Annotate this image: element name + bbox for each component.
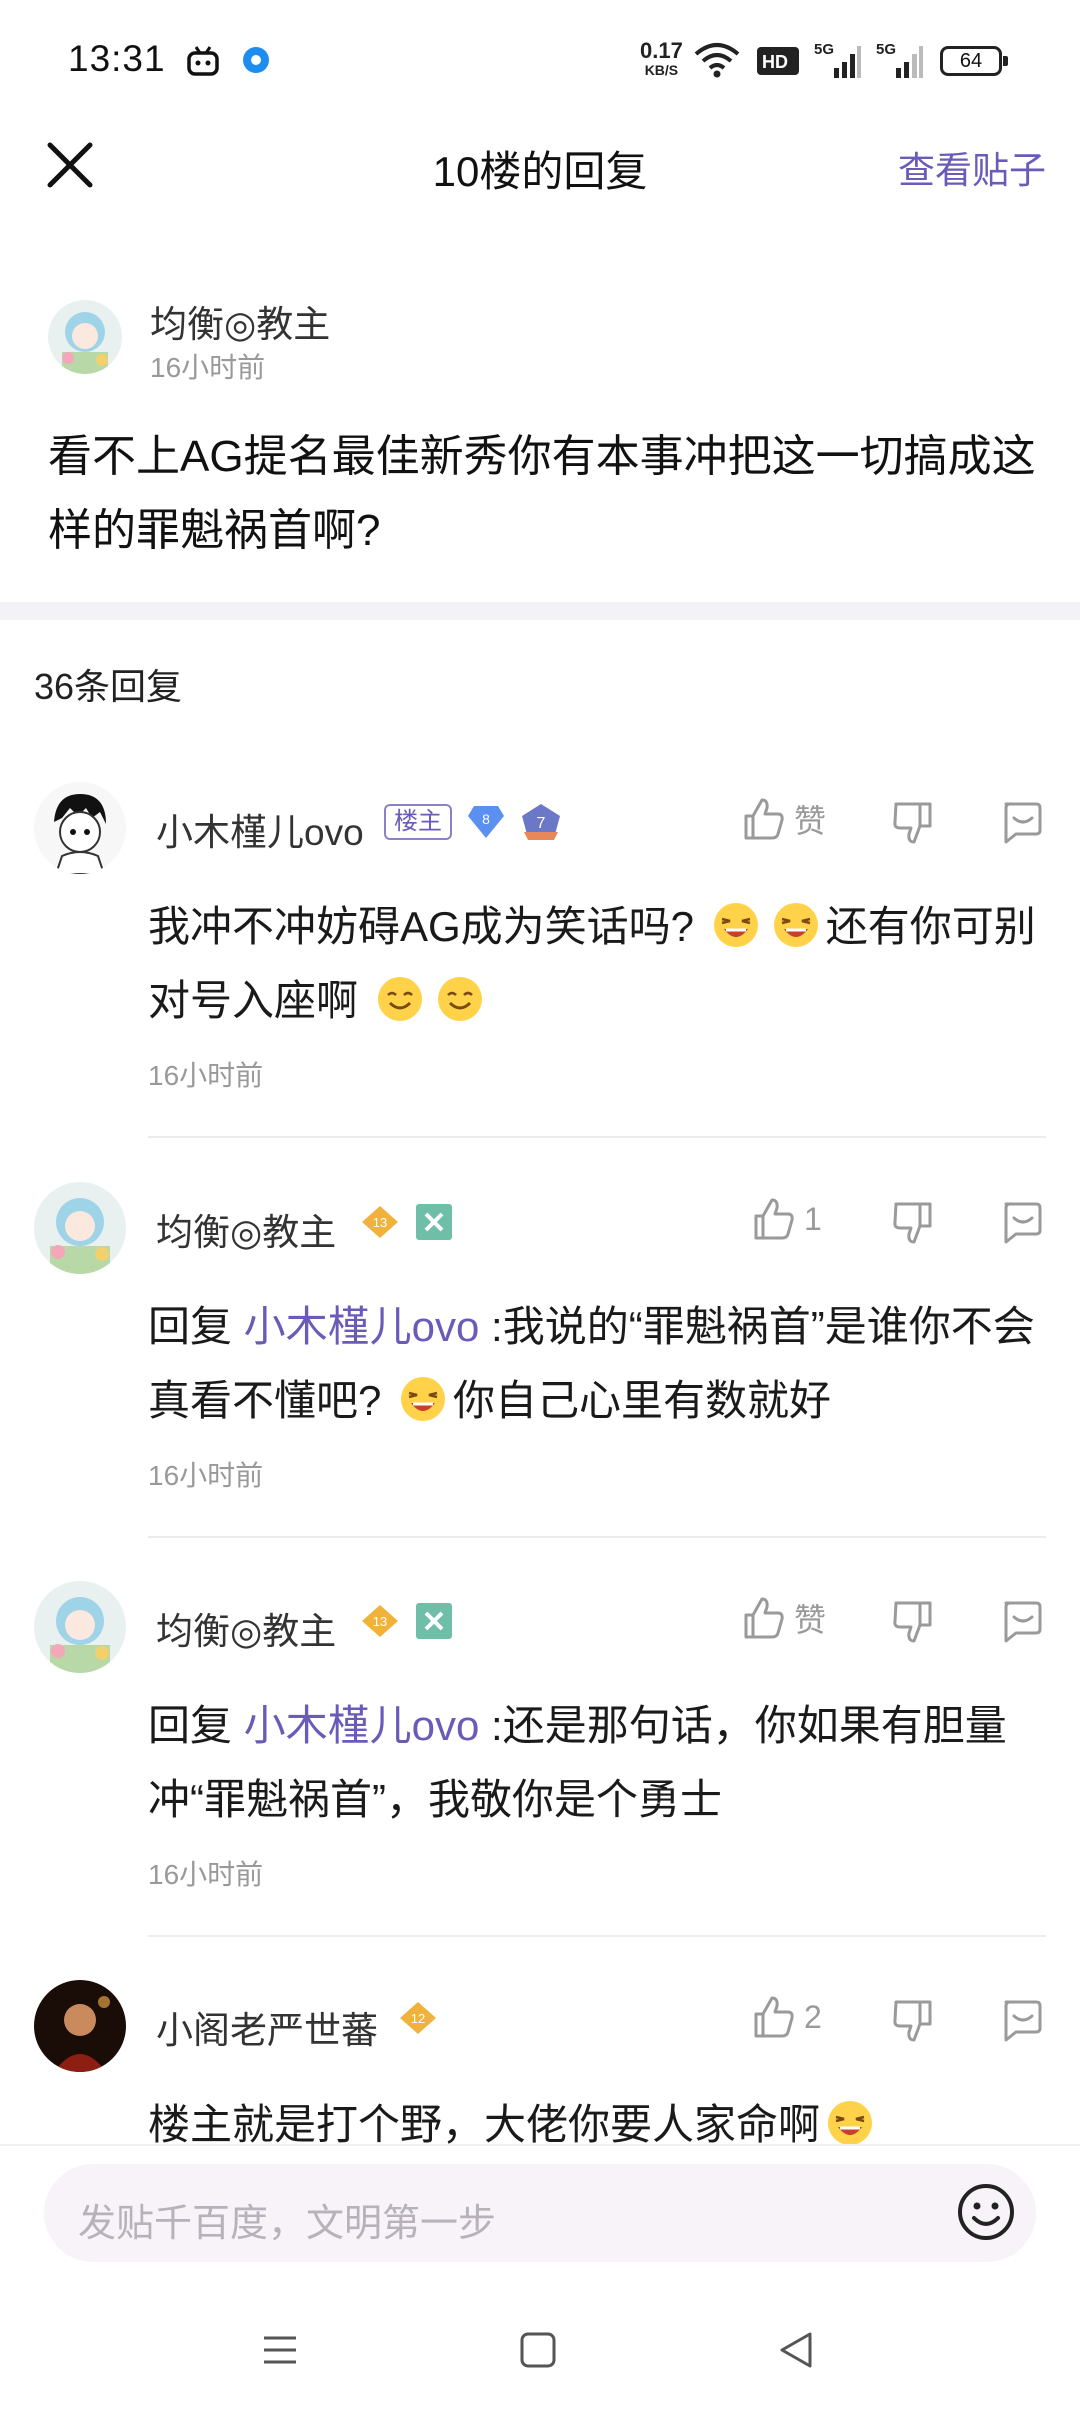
divider: [148, 1935, 1046, 1937]
thumbs-down-icon[interactable]: [890, 1200, 936, 1246]
like-count: 2: [804, 1998, 822, 2035]
like-button[interactable]: 1: [750, 1196, 822, 1242]
avatar[interactable]: [34, 1980, 126, 2072]
hd-icon: HD: [757, 47, 799, 75]
header: 10楼的回复 查看贴子: [0, 120, 1080, 210]
thumbs-up-icon: [744, 1597, 784, 1639]
author-name[interactable]: 小阁老严世蕃: [156, 2000, 378, 2054]
reply-actions: 赞: [740, 1595, 1080, 1655]
thumbs-up-icon: [744, 798, 784, 840]
comment-input[interactable]: 发贴千百度，文明第一步: [44, 2164, 1036, 2262]
blue-dot-icon: [243, 47, 269, 73]
svg-text:13: 13: [373, 1614, 387, 1629]
level-badge-icon: 12: [400, 2002, 436, 2034]
author-name[interactable]: 均衡◎教主: [156, 1202, 336, 1256]
reply-time: 16小时前: [148, 1859, 264, 1890]
wifi-icon: [694, 43, 740, 78]
like-count: 1: [804, 1200, 822, 1237]
laughing-emoji-icon: [713, 903, 758, 947]
user-badges: 13: [360, 1202, 454, 1242]
home-icon[interactable]: [518, 2330, 558, 2370]
like-button[interactable]: 赞: [740, 1595, 826, 1641]
comment-icon[interactable]: [998, 1998, 1044, 2044]
laughing-emoji-icon: [773, 903, 818, 947]
network-speed: 0.17 KB/S: [640, 38, 683, 79]
mention-link[interactable]: 小木槿儿ovo: [244, 1702, 480, 1749]
author-name[interactable]: 均衡◎教主: [156, 1601, 336, 1655]
owner-badge: 楼主: [384, 804, 452, 840]
signal-5g-icon: 5G: [814, 41, 861, 78]
level-badge-icon: 13: [362, 1605, 398, 1637]
svg-text:7: 7: [537, 815, 546, 832]
like-button[interactable]: 2: [750, 1994, 822, 2040]
system-nav-bar: [0, 2300, 1080, 2412]
author-name[interactable]: 小木槿儿ovo: [156, 802, 364, 856]
reply-count: 36条回复: [34, 666, 183, 707]
menu-icon[interactable]: [260, 2330, 300, 2370]
like-button[interactable]: 赞: [740, 796, 826, 842]
avatar[interactable]: [48, 300, 122, 374]
smile-emoji-icon: [437, 977, 482, 1021]
laughing-emoji-icon: [828, 2101, 873, 2144]
post-content: 看不上AG提名最佳新秀你有本事冲把这一切搞成这样的罪魁祸首啊?: [48, 432, 1036, 555]
signal-5g-icon: 5G: [876, 41, 923, 78]
thumbs-up-icon: [754, 1996, 794, 2038]
reply-actions: 赞: [740, 796, 1080, 856]
user-badges: 楼主 8 7: [384, 802, 562, 842]
svg-text:12: 12: [411, 2011, 425, 2026]
reply-content: 楼主就是打个野，大佬你要人家命啊: [148, 2088, 1048, 2144]
reply-content: 我冲不冲妨碍AG成为笑话吗? 还有你可别对号入座啊: [148, 903, 1036, 1024]
reply-content: 回复 小木槿儿ovo :还是那句话，你如果有胆量冲“罪魁祸首”，我敬你是个勇士: [148, 1702, 1007, 1823]
post-time: 16小时前: [150, 352, 266, 383]
mention-link[interactable]: 小木槿儿ovo: [244, 1303, 480, 1350]
smile-emoji-icon: [377, 977, 422, 1021]
svg-text:5G: 5G: [876, 41, 896, 58]
avatar[interactable]: [34, 782, 126, 874]
list-item: 小阁老严世蕃 12 2 楼主就是打个野，大佬你要人家命啊: [0, 1980, 1080, 2144]
like-count: 赞: [794, 803, 827, 839]
thumbs-down-icon[interactable]: [890, 1998, 936, 2044]
member-badge-icon: [416, 1204, 452, 1240]
member-badge-icon: [416, 1603, 452, 1639]
reply-actions: 2: [740, 1994, 1080, 2054]
laughing-emoji-icon: [401, 1377, 446, 1421]
rank-badge-icon: 7: [522, 804, 560, 840]
battery-icon: 64: [940, 46, 1008, 76]
svg-text:HD: HD: [762, 52, 788, 72]
avatar[interactable]: [34, 1182, 126, 1274]
comment-icon[interactable]: [998, 1599, 1044, 1645]
like-count: 赞: [794, 1602, 827, 1638]
user-badges: 12: [398, 2000, 438, 2036]
status-time: 13:31: [68, 38, 166, 79]
svg-text:5G: 5G: [814, 41, 834, 58]
section-divider: [0, 602, 1080, 620]
divider: [148, 1536, 1046, 1538]
comment-icon[interactable]: [998, 800, 1044, 846]
user-badges: 13: [360, 1601, 454, 1641]
reply-time: 16小时前: [148, 1060, 264, 1091]
divider: [0, 2144, 1080, 2146]
svg-text:8: 8: [482, 811, 490, 827]
avatar[interactable]: [34, 1581, 126, 1673]
bilibili-tv-icon: [187, 46, 219, 76]
author-name[interactable]: 均衡◎教主: [150, 294, 330, 348]
thumbs-down-icon[interactable]: [890, 800, 936, 846]
reply-actions: 1: [740, 1196, 1080, 1256]
status-bar: 13:31 0.17 KB/S HD 5G 5G 64: [0, 0, 1080, 120]
svg-text:13: 13: [373, 1215, 387, 1230]
thumbs-down-icon[interactable]: [890, 1599, 936, 1645]
reply-content: 回复 小木槿儿ovo :我说的“罪魁祸首”是谁你不会真看不懂吧? 你自己心里有数…: [148, 1303, 1035, 1424]
thumbs-up-icon: [754, 1198, 794, 1240]
comment-icon[interactable]: [998, 1200, 1044, 1246]
back-icon[interactable]: [776, 2330, 816, 2370]
view-post-link[interactable]: 查看贴子: [898, 140, 1046, 194]
divider: [148, 1136, 1046, 1138]
level-badge-icon: 13: [362, 1206, 398, 1238]
reply-time: 16小时前: [148, 1460, 264, 1491]
emoji-picker-icon[interactable]: [954, 2180, 1018, 2244]
level-badge-icon: 8: [468, 806, 504, 838]
input-placeholder: 发贴千百度，文明第一步: [78, 2203, 497, 2245]
